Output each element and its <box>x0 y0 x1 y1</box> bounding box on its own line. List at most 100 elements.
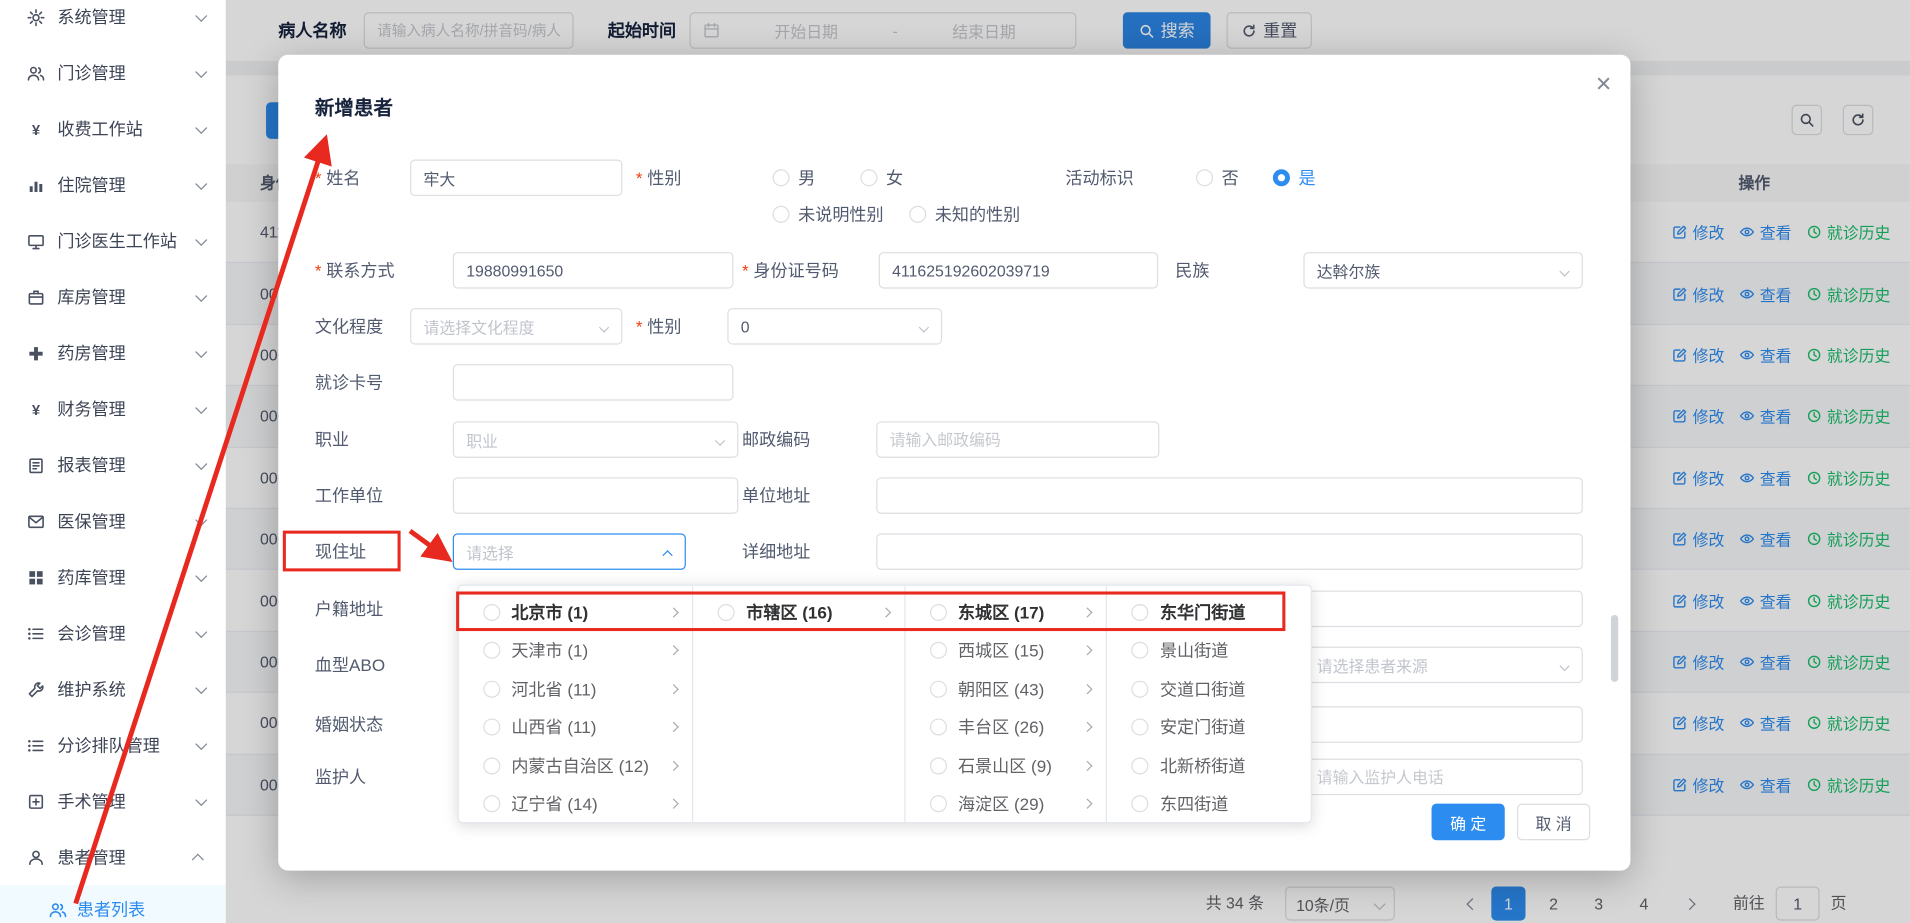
sidebar-item-system[interactable]: 系统管理 <box>0 0 226 45</box>
modal-scrollbar[interactable] <box>1611 615 1618 682</box>
radio-gender-unspecified[interactable]: 未说明性别 <box>773 196 884 233</box>
radio-icon <box>483 795 500 812</box>
cascader-item-beijing[interactable]: 北京市 (1) <box>459 593 693 631</box>
sidebar-item-triage-queue[interactable]: 分诊排队管理 <box>0 717 226 773</box>
sidebar-item-insurance[interactable]: 医保管理 <box>0 493 226 549</box>
gender2-select[interactable]: 0 <box>727 308 942 345</box>
cascader-item-dongsi[interactable]: 东四街道 <box>1107 785 1310 822</box>
cascader-item-jiaodaokou[interactable]: 交道口街道 <box>1107 670 1310 708</box>
radio-icon <box>930 680 947 697</box>
chevron-down-icon <box>195 121 207 133</box>
visit-card-label: 就诊卡号 <box>315 364 383 401</box>
sidebar-item-outpatient[interactable]: 门诊管理 <box>0 45 226 101</box>
id-number-input[interactable] <box>879 252 1158 289</box>
surgery-icon <box>27 792 45 810</box>
cascader-item-shixiaqu[interactable]: 市辖区 (16) <box>694 593 905 631</box>
cascader-item-beixinqiao[interactable]: 北新桥街道 <box>1107 746 1310 784</box>
people-icon <box>49 900 67 918</box>
blood-type-label: 血型ABO <box>315 647 385 684</box>
cascader-province-column: 北京市 (1) 天津市 (1) 河北省 (11) 山西省 (11) 内蒙古自治区… <box>459 586 694 822</box>
cascader-item-dongcheng[interactable]: 东城区 (17) <box>905 593 1106 631</box>
cascader-item-neimenggu[interactable]: 内蒙古自治区 (12) <box>459 746 693 784</box>
chevron-right-icon <box>1083 722 1093 732</box>
occupation-select[interactable]: 职业 <box>453 421 739 458</box>
chevron-right-icon <box>669 760 679 770</box>
id-number-label: 身份证号码 <box>742 252 839 289</box>
occupation-label: 职业 <box>315 421 349 458</box>
ethnicity-label: 民族 <box>1175 252 1209 289</box>
visit-card-input[interactable] <box>453 364 734 401</box>
cascader-item-tianjin[interactable]: 天津市 (1) <box>459 631 693 669</box>
sidebar-item-patient-list[interactable]: 患者列表 <box>0 885 226 923</box>
gear-icon <box>27 8 45 26</box>
contact-label: 联系方式 <box>315 252 395 289</box>
sidebar-item-pharmacy[interactable]: 药房管理 <box>0 325 226 381</box>
detail-address-input[interactable] <box>876 533 1583 570</box>
cascader-item-shanxi[interactable]: 山西省 (11) <box>459 708 693 746</box>
marital-right-input[interactable] <box>1303 706 1582 743</box>
bar-chart-icon <box>27 176 45 194</box>
radio-active-no[interactable]: 否 <box>1196 160 1239 197</box>
unit-address-input[interactable] <box>876 477 1583 514</box>
sidebar-item-warehouse[interactable]: 库房管理 <box>0 269 226 325</box>
radio-icon <box>1132 680 1149 697</box>
sidebar-item-maintenance[interactable]: 维护系统 <box>0 661 226 717</box>
postal-label: 邮政编码 <box>742 421 810 458</box>
sidebar-item-finance[interactable]: 财务管理 <box>0 381 226 437</box>
radio-icon <box>1196 169 1213 186</box>
chevron-down-icon <box>195 289 207 301</box>
radio-icon <box>483 719 500 736</box>
cancel-button[interactable]: 取 消 <box>1517 804 1590 841</box>
chevron-down-icon <box>195 345 207 357</box>
chevron-right-icon <box>669 722 679 732</box>
chevron-right-icon <box>1083 645 1093 655</box>
close-icon[interactable]: × <box>1587 67 1621 101</box>
chevron-down-icon <box>195 457 207 469</box>
confirm-button[interactable]: 确 定 <box>1432 804 1505 841</box>
cascader-item-chaoyang[interactable]: 朝阳区 (43) <box>905 670 1106 708</box>
yen-icon <box>27 120 45 138</box>
radio-female[interactable]: 女 <box>860 160 903 197</box>
ethnicity-select[interactable]: 达斡尔族 <box>1303 252 1582 289</box>
sidebar-item-drugstore[interactable]: 药库管理 <box>0 549 226 605</box>
current-address-cascader[interactable]: 请选择 <box>453 533 686 570</box>
cascader-item-donghuamen[interactable]: 东华门街道 <box>1107 593 1310 631</box>
radio-icon <box>483 604 500 621</box>
radio-icon <box>483 757 500 774</box>
work-unit-input[interactable] <box>453 477 739 514</box>
cascader-item-jingshan[interactable]: 景山街道 <box>1107 631 1310 669</box>
postal-input[interactable] <box>876 421 1159 458</box>
sidebar-item-surgery[interactable]: 手术管理 <box>0 773 226 829</box>
contact-input[interactable] <box>453 252 734 289</box>
sidebar-item-doctor-station[interactable]: 门诊医生工作站 <box>0 213 226 269</box>
cascader-item-xicheng[interactable]: 西城区 (15) <box>905 631 1106 669</box>
cascader-item-hebei[interactable]: 河北省 (11) <box>459 670 693 708</box>
radio-active-yes[interactable]: 是 <box>1273 160 1316 197</box>
sidebar-item-report[interactable]: 报表管理 <box>0 437 226 493</box>
cascader-item-shijingshan[interactable]: 石景山区 (9) <box>905 746 1106 784</box>
cascader-item-andingmen[interactable]: 安定门街道 <box>1107 708 1310 746</box>
cascader-item-liaoning[interactable]: 辽宁省 (14) <box>459 785 693 822</box>
patient-source-select[interactable]: 请选择患者来源 <box>1303 647 1582 684</box>
radio-male[interactable]: 男 <box>773 160 816 197</box>
chevron-down-icon <box>195 737 207 749</box>
sidebar-item-inpatient[interactable]: 住院管理 <box>0 157 226 213</box>
cascader-item-fengtai[interactable]: 丰台区 (26) <box>905 708 1106 746</box>
monitor-icon <box>27 232 45 250</box>
cascader-item-haidian[interactable]: 海淀区 (29) <box>905 785 1106 822</box>
list-icon <box>27 624 45 642</box>
education-select[interactable]: 请选择文化程度 <box>410 308 622 345</box>
household-right-input[interactable] <box>1303 591 1582 628</box>
sidebar-item-consultation[interactable]: 会诊管理 <box>0 605 226 661</box>
chevron-down-icon <box>195 65 207 77</box>
cascader-city-column: 市辖区 (16) <box>694 586 906 822</box>
radio-gender-unknown[interactable]: 未知的性别 <box>909 196 1020 233</box>
guardian-phone-input[interactable] <box>1303 759 1582 796</box>
name-input[interactable] <box>410 160 622 197</box>
box-icon <box>27 288 45 306</box>
radio-icon <box>483 642 500 659</box>
sidebar-item-patient[interactable]: 患者管理 <box>0 829 226 885</box>
radio-selected-icon <box>1273 169 1290 186</box>
sidebar-item-charging[interactable]: 收费工作站 <box>0 101 226 157</box>
radio-icon <box>1132 642 1149 659</box>
